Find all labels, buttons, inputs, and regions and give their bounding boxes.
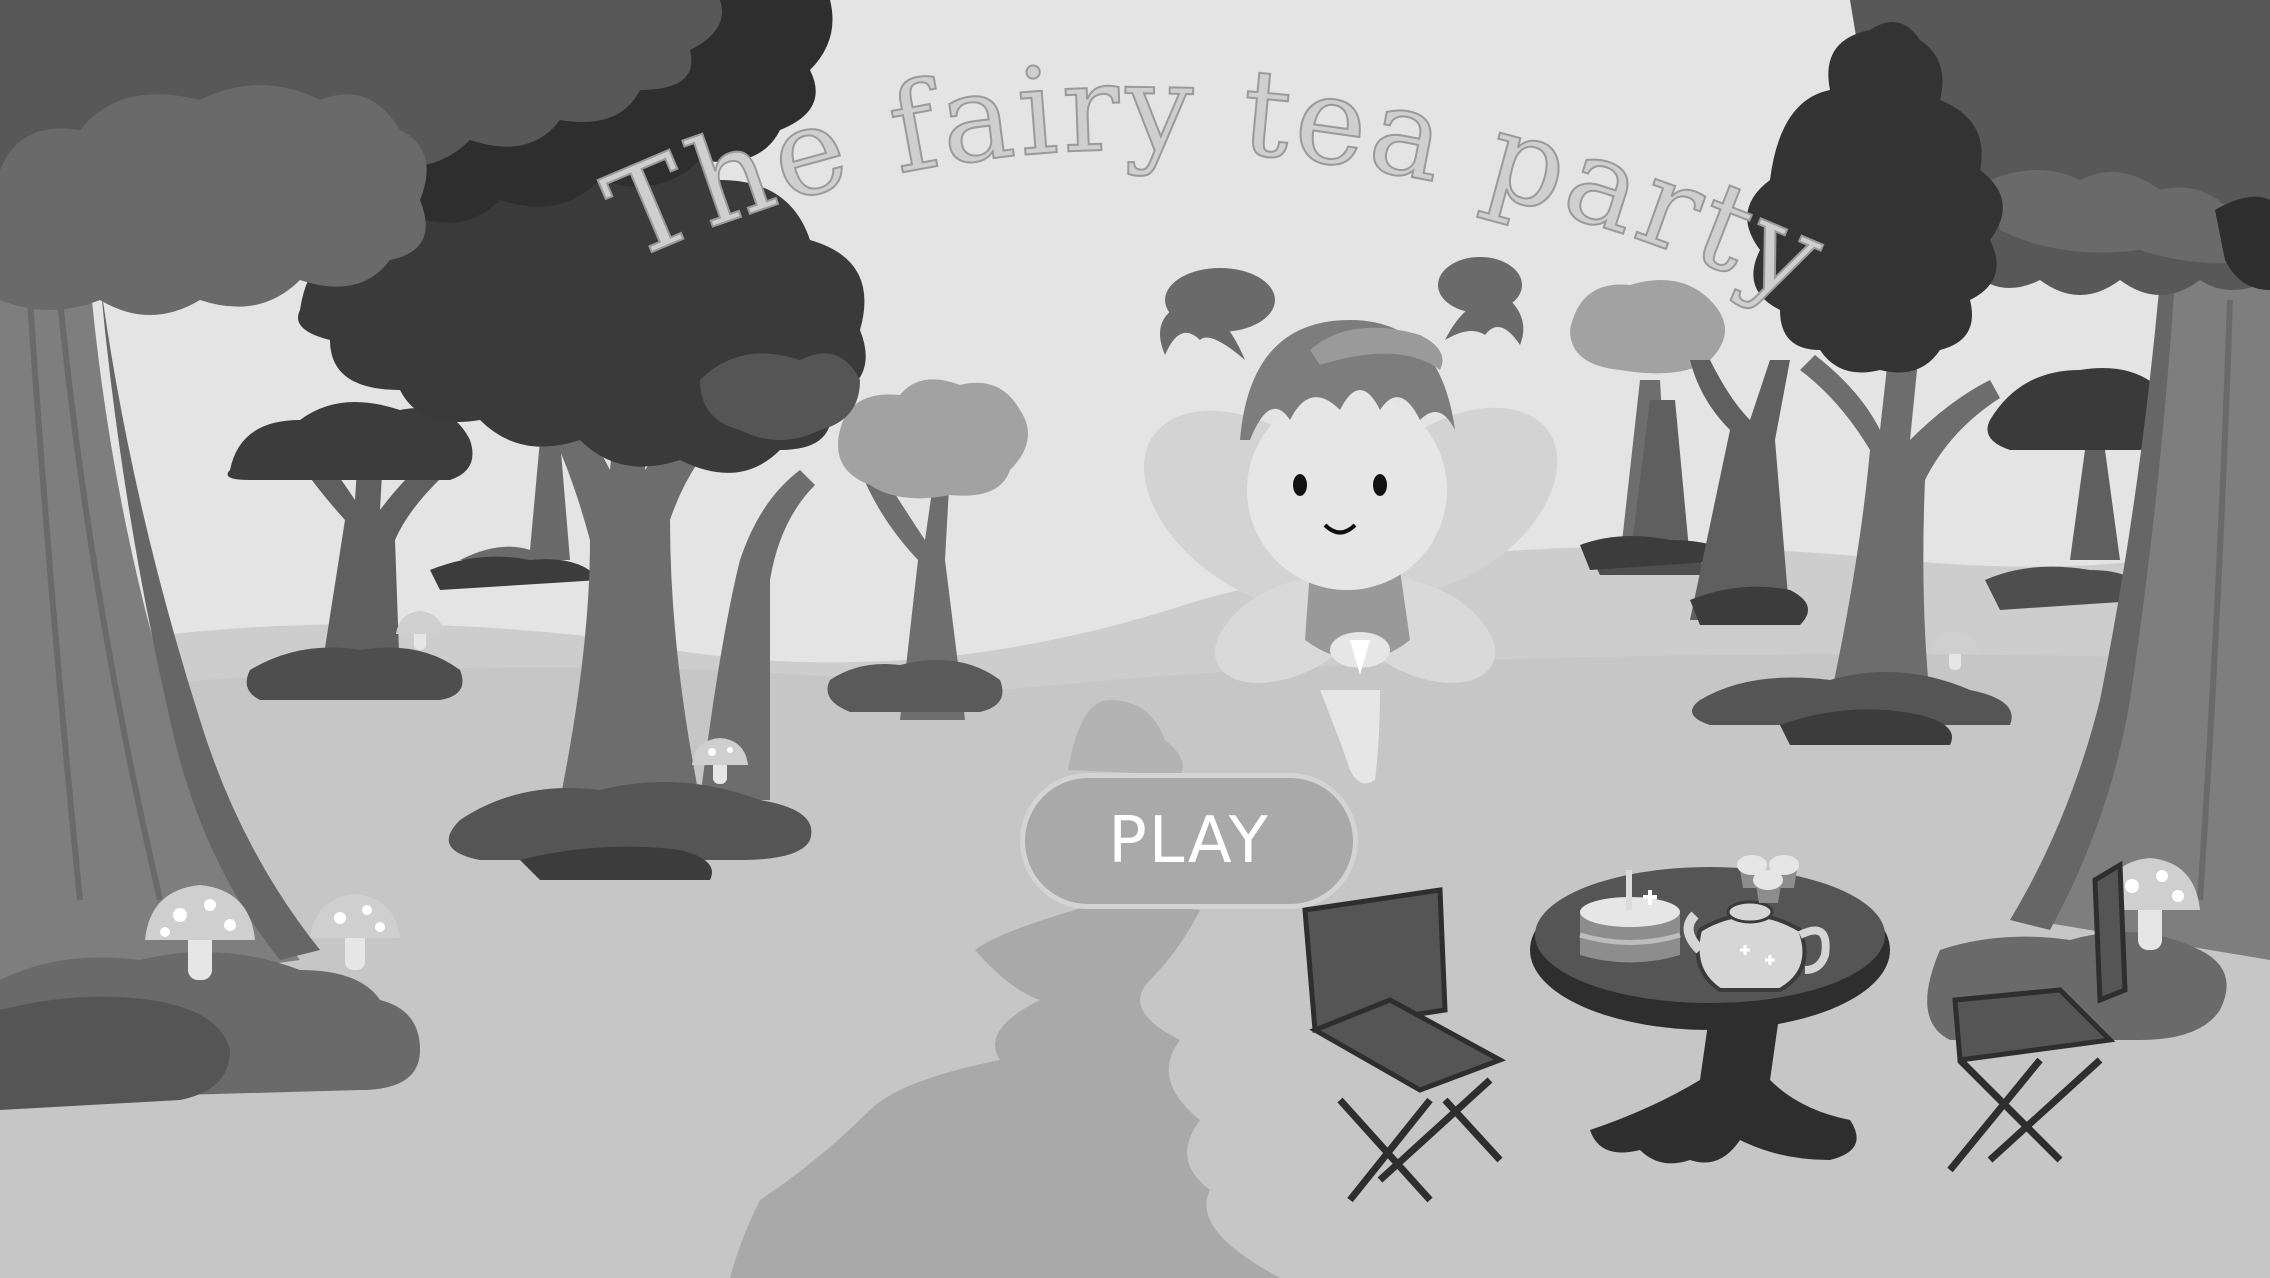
play-button[interactable]: PLAY <box>1020 773 1358 909</box>
game-stage: The fairy tea party PLAY <box>0 0 2270 1278</box>
bush <box>0 996 230 1110</box>
forest-scene: The fairy tea party <box>0 0 2270 1278</box>
